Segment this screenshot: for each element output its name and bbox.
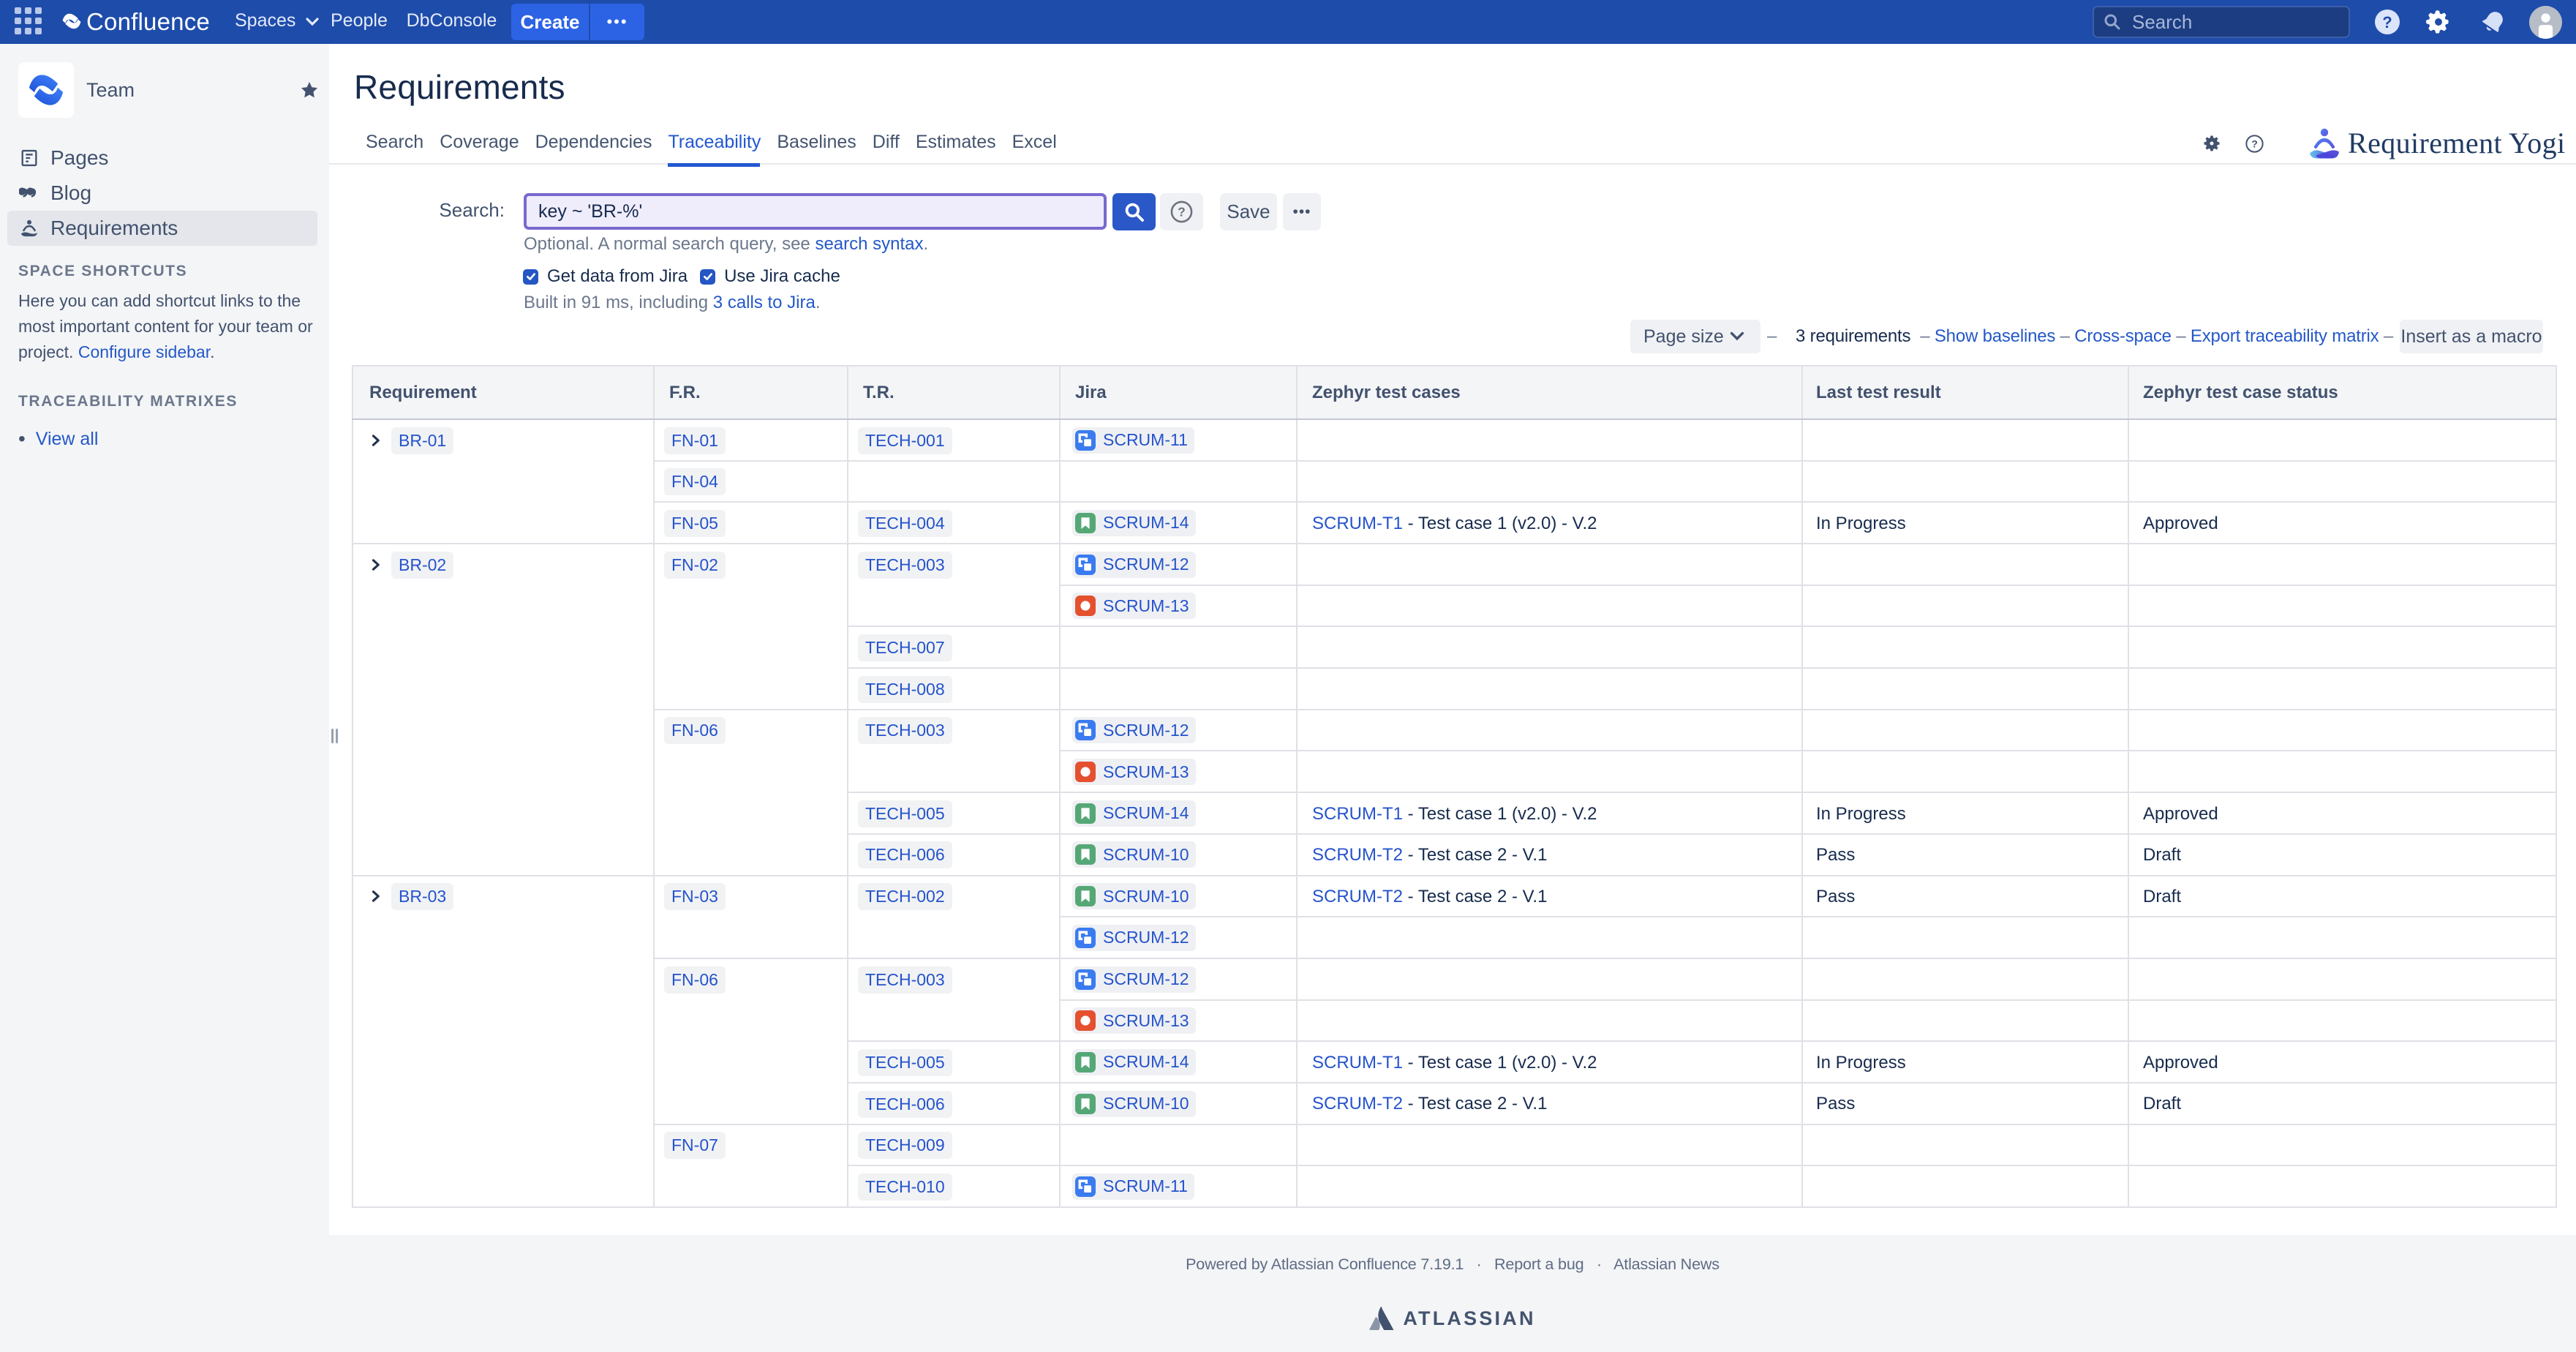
svg-text:?: ? xyxy=(1178,205,1186,219)
svg-text:?: ? xyxy=(2382,13,2392,31)
svg-text:?: ? xyxy=(2251,138,2258,149)
